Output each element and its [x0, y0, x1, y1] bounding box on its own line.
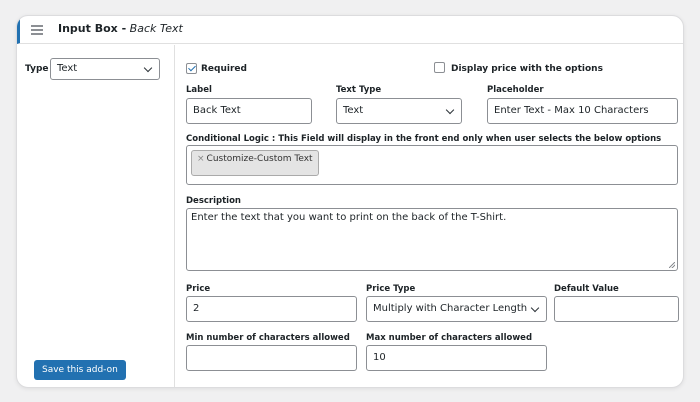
price-type-select[interactable]: Multiply with Character Length [366, 296, 547, 322]
resize-handle-icon[interactable] [669, 262, 675, 268]
text-type-select[interactable]: Text [336, 98, 462, 124]
required-checkbox[interactable] [186, 63, 197, 74]
panel-title-name: Back Text [129, 22, 183, 35]
max-chars-input[interactable]: 10 [366, 345, 547, 371]
text-type-label: Text Type [336, 85, 382, 95]
min-chars-label: Min number of characters allowed [186, 333, 350, 343]
save-addon-button[interactable]: Save this add-on [34, 360, 126, 380]
remove-tag-icon[interactable]: × [197, 154, 205, 164]
conditional-tag[interactable]: × Customize-Custom Text [191, 150, 319, 176]
price-label: Price [186, 284, 211, 294]
hamburger-icon[interactable] [31, 25, 43, 35]
panel-title: Input Box - Back Text [58, 22, 183, 36]
type-select-value: Text [57, 63, 78, 74]
price-input[interactable]: 2 [186, 296, 357, 322]
display-price-checkbox[interactable] [434, 62, 445, 73]
price-type-value: Multiply with Character Length [373, 303, 528, 314]
description-text: Enter the text that you want to print on… [191, 212, 507, 223]
description-label: Description [186, 196, 241, 206]
default-value-label: Default Value [554, 284, 619, 294]
sidebar: Type Text Save this add-on [17, 45, 175, 387]
price-type-label: Price Type [366, 284, 416, 294]
required-label: Required [201, 64, 247, 74]
placeholder-label: Placeholder [487, 85, 544, 95]
max-chars-label: Max number of characters allowed [366, 333, 533, 343]
description-textarea[interactable]: Enter the text that you want to print on… [186, 208, 678, 271]
display-price-label: Display price with the options [451, 64, 603, 74]
conditional-tag-label: Customize-Custom Text [206, 154, 313, 164]
chevron-down-icon [143, 63, 153, 73]
panel-title-type: Input Box - [58, 22, 127, 35]
type-label: Type [25, 64, 49, 74]
label-input[interactable]: Back Text [186, 98, 312, 124]
type-select[interactable]: Text [50, 58, 160, 80]
addon-panel: Input Box - Back Text Type Text Save thi… [16, 15, 684, 388]
chevron-down-icon [445, 105, 455, 115]
text-type-value: Text [343, 105, 364, 116]
panel-header[interactable]: Input Box - Back Text [17, 16, 683, 44]
placeholder-input[interactable]: Enter Text - Max 10 Characters [487, 98, 678, 124]
conditional-logic-label: Conditional Logic : This Field will disp… [186, 134, 662, 144]
default-value-input[interactable] [554, 296, 679, 322]
label-label: Label [186, 85, 212, 95]
conditional-logic-input[interactable]: × Customize-Custom Text [186, 145, 678, 185]
chevron-down-icon [530, 303, 540, 313]
min-chars-input[interactable] [186, 345, 357, 371]
